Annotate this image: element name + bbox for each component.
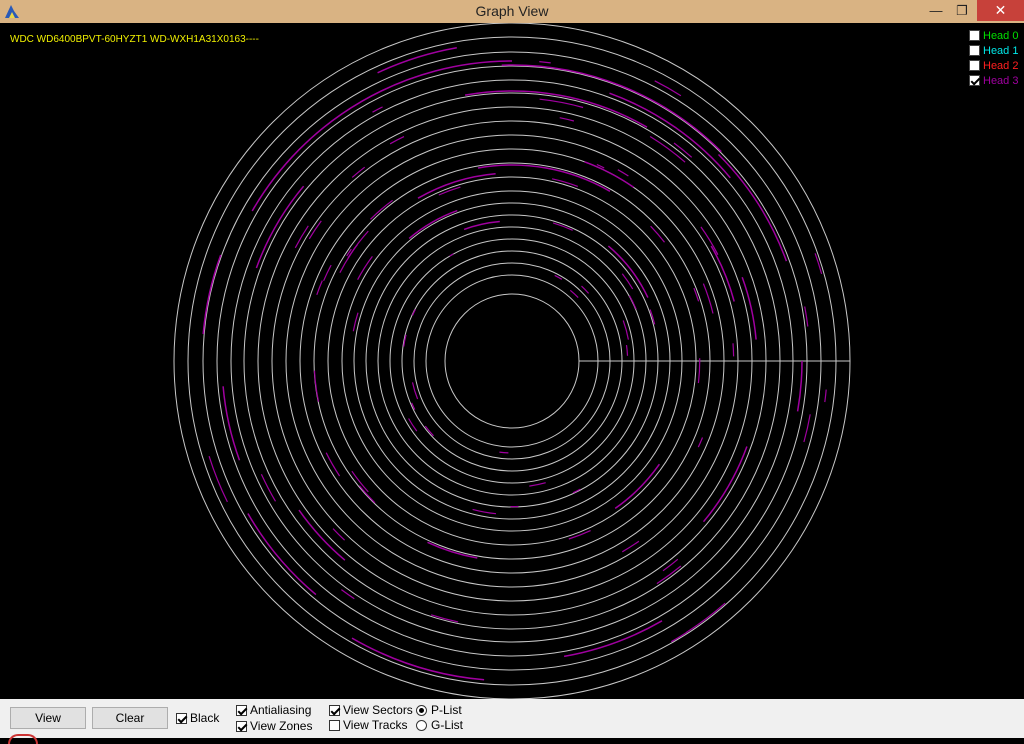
defect-arc [650,137,685,163]
head-1-checkbox[interactable] [969,45,980,56]
close-button[interactable]: ✕ [977,0,1024,21]
defect-arc [371,200,393,219]
defect-arc [209,456,227,502]
defect-arc [698,358,699,383]
glist-radio[interactable] [416,720,427,731]
clear-button[interactable]: Clear [92,707,168,729]
defect-arc [341,590,354,599]
head-2-option[interactable]: Head 2 [969,58,1018,73]
head-0-option[interactable]: Head 0 [969,28,1018,43]
defect-arc [651,226,665,242]
head-2-label: Head 2 [983,60,1018,72]
defect-arc [570,290,578,297]
antialiasing-label: Antialiasing [250,703,311,717]
defect-arc [373,107,383,112]
graph-canvas [0,23,1024,699]
head-selector: Head 0 Head 1 Head 2 Head 3 [969,28,1018,88]
black-option[interactable]: Black [176,711,219,725]
defect-arc [248,514,316,595]
head-1-option[interactable]: Head 1 [969,43,1018,58]
defect-arc [742,277,756,339]
defect-arc [450,254,454,256]
defect-arc [825,390,826,403]
defect-arc [711,246,734,302]
window-title: Graph View [0,3,1024,19]
plist-radio[interactable] [416,705,427,716]
view-tracks-checkbox[interactable] [329,720,340,731]
defect-arc [804,414,810,442]
view-zones-label: View Zones [250,719,312,733]
head-3-label: Head 3 [983,75,1018,87]
drive-model-label: WDC WD6400BPVT-60HYZT1 WD-WXH1A31X0163--… [10,34,259,45]
defect-arc [352,167,365,177]
glist-label: G-List [431,718,463,732]
defect-arc [223,386,239,460]
minimize-button[interactable]: — [924,0,948,21]
defect-arc [261,474,275,501]
defect-arc [805,307,808,327]
defect-arc [390,137,404,144]
head-0-checkbox[interactable] [969,30,980,41]
restore-button[interactable]: ❐ [950,0,974,21]
head-2-checkbox[interactable] [969,60,980,71]
defect-arc [352,638,484,680]
defect-arc [698,438,702,448]
head-0-label: Head 0 [983,30,1018,42]
defect-arc [324,265,332,281]
defect-arc [539,62,550,63]
zone-ring [445,294,579,428]
defect-arc [409,419,417,432]
defect-arc [326,453,339,476]
view-tracks-label: View Tracks [343,718,407,732]
defect-arc [694,288,699,301]
head-3-option[interactable]: Head 3 [969,73,1018,88]
defect-arc [719,155,787,262]
defect-arc [333,529,345,541]
defect-arc [529,483,545,486]
defect-arc [615,464,659,508]
black-checkbox[interactable] [176,713,187,724]
view-zones-checkbox[interactable] [236,721,247,732]
defect-arc [655,81,681,96]
defect-arc [657,566,681,584]
bottom-toolbar: View Clear Black Antialiasing View Zones… [0,699,1024,738]
head-3-checkbox[interactable] [969,75,980,86]
plist-label: P-List [431,703,462,717]
head-1-label: Head 1 [983,45,1018,57]
defect-arc [359,486,375,503]
defect-arc [663,559,678,571]
title-bar: Graph View — ❐ ✕ [0,0,1024,23]
defect-arc [798,361,802,411]
status-indicator-icon [8,734,38,744]
defect-arc [317,281,323,295]
antialiasing-checkbox[interactable] [236,705,247,716]
view-sectors-label: View Sectors [343,703,413,717]
defect-arc [630,296,637,310]
defect-arc [478,165,610,191]
defect-arc [252,61,512,211]
defect-arc [560,118,574,121]
zone-ring [426,275,598,447]
antialiasing-option[interactable]: Antialiasing [236,703,311,717]
view-sectors-option[interactable]: View Sectors [329,703,413,717]
defect-arc [733,343,734,356]
defect-arc [499,452,508,453]
plist-option[interactable]: P-List [416,703,462,717]
view-tracks-option[interactable]: View Tracks [329,718,407,732]
defect-arc [618,170,629,176]
defect-arc [671,632,687,641]
platter-graph [0,23,1024,699]
glist-option[interactable]: G-List [416,718,463,732]
defect-arc [627,345,628,356]
defect-arc [473,509,496,513]
view-zones-option[interactable]: View Zones [236,719,312,733]
defect-arc [704,447,747,522]
black-label: Black [190,711,219,725]
view-sectors-checkbox[interactable] [329,705,340,716]
view-button[interactable]: View [10,707,86,729]
